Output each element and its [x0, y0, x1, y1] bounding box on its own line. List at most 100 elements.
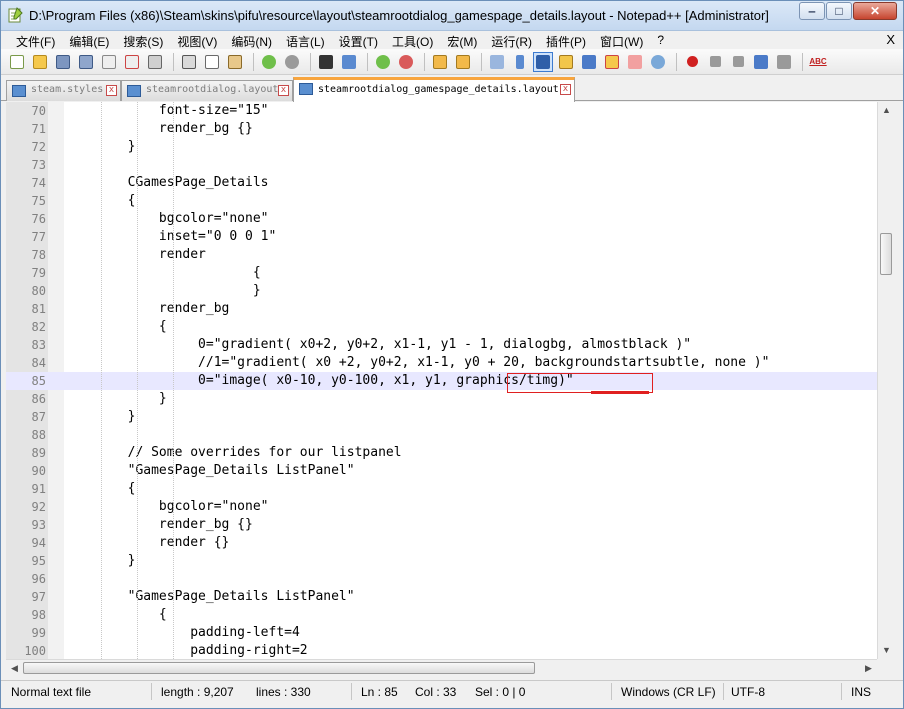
spell-check-button[interactable]: ABC — [808, 52, 828, 72]
status-lines: lines : 330 — [256, 685, 311, 699]
close-file-button[interactable] — [99, 52, 119, 72]
line-text: 0="image( x0-10, y0-100, x1, y1, graphic… — [65, 373, 574, 388]
doc-map-button[interactable] — [579, 52, 599, 72]
tab-close-icon[interactable]: x — [106, 85, 117, 96]
tab-close-icon[interactable]: x — [560, 84, 571, 95]
indent-guide-button[interactable] — [533, 51, 553, 72]
scroll-left-icon[interactable]: ◀ — [6, 660, 23, 677]
line-number: 95 — [31, 554, 46, 568]
tab-close-icon[interactable]: x — [278, 85, 289, 96]
menu-settings[interactable]: 设置(T) — [332, 31, 385, 49]
title-bar[interactable]: D:\Program Files (x86)\Steam\skins\pifu\… — [1, 1, 903, 31]
line-number: 73 — [31, 158, 46, 172]
vertical-scroll-thumb[interactable] — [880, 233, 892, 275]
undo-button[interactable] — [259, 52, 279, 72]
stop-macro-button[interactable] — [705, 52, 725, 72]
show-all-chars-button[interactable] — [510, 52, 530, 72]
word-wrap-icon — [490, 54, 504, 69]
tab-gamespage-details[interactable]: steamrootdialog_gamespage_details.layout… — [293, 77, 575, 102]
menu-macro[interactable]: 宏(M) — [440, 31, 484, 49]
cut-button[interactable] — [179, 52, 199, 72]
monitoring-button[interactable] — [648, 52, 668, 72]
vertical-scrollbar[interactable]: ▲ ▼ — [877, 102, 894, 659]
menu-file[interactable]: 文件(F) — [9, 31, 62, 49]
close-all-icon — [125, 54, 139, 69]
record-macro-button[interactable] — [682, 52, 702, 72]
record-icon — [686, 56, 698, 67]
zoom-in-button[interactable] — [373, 52, 393, 72]
save-all-icon — [79, 54, 93, 69]
line-text: //1="gradient( x0 +2, y0+2, x1-1, y0 + 2… — [65, 355, 770, 370]
menu-window[interactable]: 窗口(W) — [593, 31, 650, 49]
line-number: 100 — [24, 644, 46, 658]
menu-plugins[interactable]: 插件(P) — [539, 31, 593, 49]
save-all-button[interactable] — [76, 52, 96, 72]
function-list-button[interactable] — [602, 52, 622, 72]
menu-encoding[interactable]: 编码(N) — [224, 31, 279, 49]
toolbar-separator — [802, 52, 803, 71]
close-button[interactable]: ✕ — [853, 2, 897, 20]
menu-tools[interactable]: 工具(O) — [385, 31, 440, 49]
minimize-icon: ‒ — [808, 4, 816, 18]
pilcrow-icon — [516, 54, 524, 69]
line-number: 97 — [31, 590, 46, 604]
close-document-button[interactable]: X — [886, 32, 895, 47]
zoom-out-button[interactable] — [396, 52, 416, 72]
menu-view[interactable]: 视图(V) — [170, 31, 224, 49]
print-button[interactable] — [145, 52, 165, 72]
notepadpp-window: D:\Program Files (x86)\Steam\skins\pifu\… — [0, 0, 904, 709]
status-file-type: Normal text file — [11, 685, 92, 699]
line-number: 87 — [31, 410, 46, 424]
line-number: 79 — [31, 266, 46, 280]
folder-workspace-button[interactable] — [625, 52, 645, 72]
word-wrap-button[interactable] — [487, 52, 507, 72]
find-button[interactable] — [316, 52, 336, 72]
copy-button[interactable] — [202, 52, 222, 72]
scroll-up-icon[interactable]: ▲ — [878, 102, 895, 119]
replace-button[interactable] — [339, 52, 359, 72]
open-file-button[interactable] — [30, 52, 50, 72]
save-button[interactable] — [53, 52, 73, 72]
annotation-underline — [591, 391, 649, 394]
new-file-button[interactable] — [7, 52, 27, 72]
sync-horizontal-button[interactable] — [453, 52, 473, 72]
code-editor[interactable]: 70 font-size="15" 71 render_bg {} 72 } 73 74… — [6, 102, 877, 659]
menu-edit[interactable]: 编辑(E) — [62, 31, 116, 49]
sync-vertical-button[interactable] — [430, 52, 450, 72]
scroll-down-icon[interactable]: ▼ — [878, 642, 895, 659]
line-number: 90 — [31, 464, 46, 478]
minimize-button[interactable]: ‒ — [799, 2, 825, 20]
redo-button[interactable] — [282, 52, 302, 72]
line-number: 86 — [31, 392, 46, 406]
folder-workspace-icon — [628, 54, 642, 69]
udl-button[interactable] — [556, 52, 576, 72]
paste-icon — [228, 54, 242, 69]
play-multiple-button[interactable] — [751, 52, 771, 72]
tab-steam-styles[interactable]: steam.styles x — [6, 80, 121, 101]
line-number: 85 — [31, 374, 46, 388]
paste-button[interactable] — [225, 52, 245, 72]
line-number: 98 — [31, 608, 46, 622]
indent-guide-icon — [536, 54, 550, 69]
menu-run[interactable]: 运行(R) — [484, 31, 539, 49]
scroll-right-icon[interactable]: ▶ — [860, 660, 877, 677]
abc-spellcheck-icon: ABC — [809, 57, 827, 66]
save-macro-button[interactable] — [774, 52, 794, 72]
toolbar: ABC — [1, 49, 903, 75]
line-number: 71 — [31, 122, 46, 136]
line-text: { — [65, 319, 167, 334]
menu-help[interactable]: ? — [650, 31, 671, 49]
horizontal-scroll-thumb[interactable] — [23, 662, 535, 674]
play-macro-button[interactable] — [728, 52, 748, 72]
file-tab-icon — [12, 85, 26, 97]
tab-steamrootdialog[interactable]: steamrootdialog.layout x — [121, 80, 293, 101]
menu-search[interactable]: 搜索(S) — [116, 31, 170, 49]
horizontal-scrollbar[interactable]: ◀ ▶ — [6, 659, 877, 676]
new-file-icon — [10, 54, 24, 69]
maximize-button[interactable]: □ — [826, 2, 852, 20]
binoculars-icon — [319, 54, 333, 69]
menu-bar: 文件(F) 编辑(E) 搜索(S) 视图(V) 编码(N) 语言(L) 设置(T… — [1, 31, 903, 49]
close-all-button[interactable] — [122, 52, 142, 72]
maximize-icon: □ — [835, 4, 843, 18]
menu-language[interactable]: 语言(L) — [279, 31, 332, 49]
